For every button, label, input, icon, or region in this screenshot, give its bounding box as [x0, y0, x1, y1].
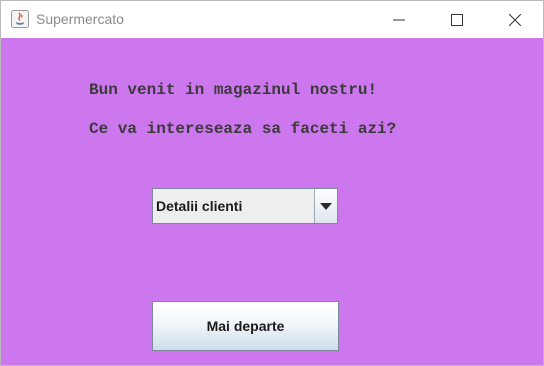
welcome-question: Ce va intereseaza sa faceti azi? [89, 120, 397, 138]
close-icon [509, 14, 521, 26]
next-button[interactable]: Mai departe [152, 301, 339, 351]
minimize-icon [393, 19, 405, 21]
window-title: Supermercato [36, 11, 124, 27]
action-select-toggle[interactable] [314, 189, 337, 223]
title-bar[interactable]: Supermercato [1, 1, 543, 38]
java-icon [11, 10, 29, 28]
welcome-heading: Bun venit in magazinul nostru! [89, 81, 378, 99]
maximize-button[interactable] [428, 1, 486, 38]
main-panel: Bun venit in magazinul nostru! Ce va int… [1, 38, 543, 365]
action-select-value: Detalii clienti [156, 198, 243, 214]
chevron-down-icon [320, 203, 332, 210]
maximize-icon [451, 14, 463, 26]
close-button[interactable] [486, 1, 544, 38]
action-select[interactable]: Detalii clienti [152, 188, 338, 224]
minimize-button[interactable] [370, 1, 428, 38]
app-window: Supermercato Bun venit in magazinul nost… [0, 0, 544, 366]
